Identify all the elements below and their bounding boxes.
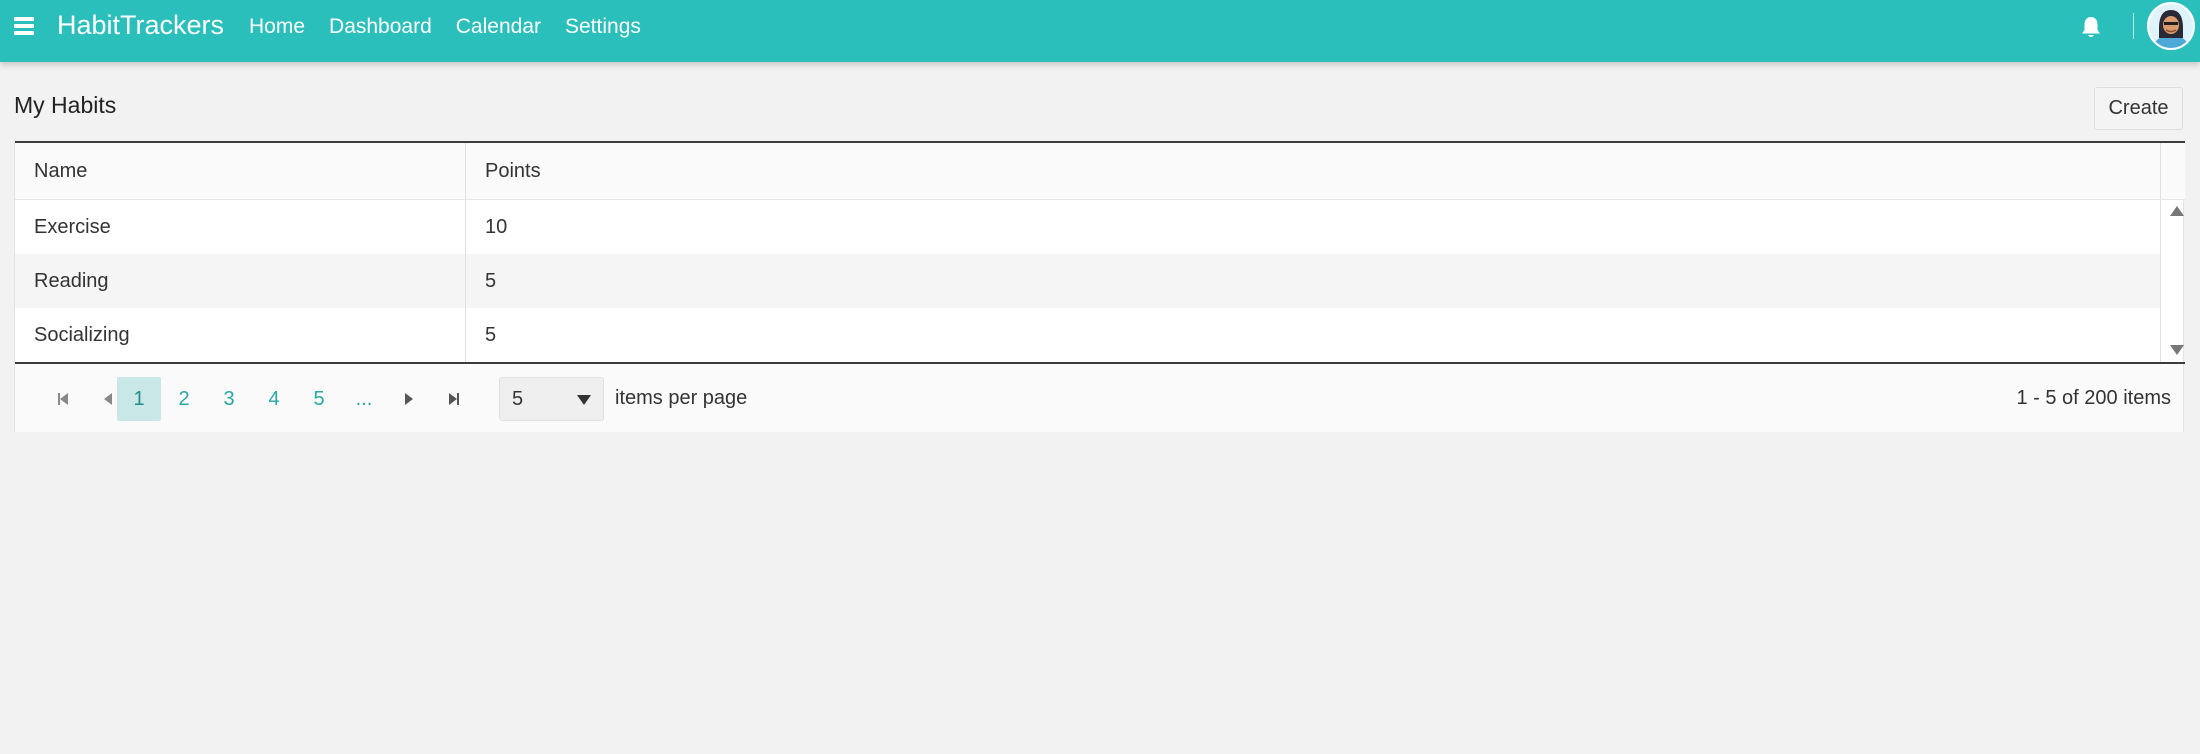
app-brand[interactable]: HabitTrackers xyxy=(57,10,224,41)
nav-calendar[interactable]: Calendar xyxy=(456,15,541,39)
create-button[interactable]: Create xyxy=(2094,87,2183,130)
grid-header: Name Points xyxy=(15,143,2161,200)
table-row[interactable]: Reading 5 xyxy=(15,254,2161,308)
nav-home[interactable]: Home xyxy=(249,15,305,39)
app-bar: HabitTrackers Home Dashboard Calendar Se… xyxy=(0,0,2200,62)
habits-grid: Name Points Exercise 10 Reading 5 Social… xyxy=(14,141,2185,432)
scroll-up-arrow-icon[interactable] xyxy=(2170,206,2184,216)
nav-settings[interactable]: Settings xyxy=(565,15,641,39)
main-nav: Home Dashboard Calendar Settings xyxy=(249,15,641,39)
habit-points: 5 xyxy=(485,323,497,346)
habit-name: Reading xyxy=(34,269,109,292)
habit-name: Exercise xyxy=(34,215,111,238)
first-page-button[interactable] xyxy=(41,377,85,421)
page-5-button[interactable]: 5 xyxy=(297,377,341,421)
hamburger-icon[interactable] xyxy=(14,15,34,37)
grid-body: Exercise 10 Reading 5 Socializing 5 xyxy=(15,200,2161,362)
page-size-select[interactable]: 5 xyxy=(499,377,604,421)
prev-page-icon xyxy=(104,393,112,405)
grid-header-scroll-gutter xyxy=(2161,143,2185,200)
pager-info: 1 - 5 of 200 items xyxy=(2016,387,2171,409)
page-4-button[interactable]: 4 xyxy=(252,377,296,421)
page-title: My Habits xyxy=(14,92,117,118)
table-row[interactable]: Exercise 10 xyxy=(15,200,2161,254)
more-pages-button[interactable]: ... xyxy=(342,377,386,421)
habit-points: 5 xyxy=(485,269,497,292)
page-size-label: items per page xyxy=(615,387,748,409)
bell-icon[interactable] xyxy=(2080,15,2102,39)
last-page-button[interactable] xyxy=(432,377,476,421)
habit-points: 10 xyxy=(485,215,508,238)
page-1-button[interactable]: 1 xyxy=(117,377,161,421)
page-2-button[interactable]: 2 xyxy=(162,377,206,421)
pager: 1 2 3 4 5 ... 5 items per page 1 - 5 of … xyxy=(15,364,2183,432)
scroll-down-arrow-icon[interactable] xyxy=(2170,345,2184,355)
table-row[interactable]: Socializing 5 xyxy=(15,308,2161,362)
header-divider xyxy=(2133,13,2134,39)
next-page-button[interactable] xyxy=(387,377,431,421)
nav-dashboard[interactable]: Dashboard xyxy=(329,15,432,39)
avatar[interactable] xyxy=(2147,2,2195,50)
page-3-button[interactable]: 3 xyxy=(207,377,251,421)
habit-name: Socializing xyxy=(34,323,130,346)
next-page-icon xyxy=(405,393,413,405)
column-header-points[interactable]: Points xyxy=(466,143,2161,199)
column-header-name[interactable]: Name xyxy=(15,143,466,199)
chevron-down-icon xyxy=(577,395,591,405)
last-page-icon xyxy=(449,393,457,405)
page-size-value: 5 xyxy=(512,387,524,410)
